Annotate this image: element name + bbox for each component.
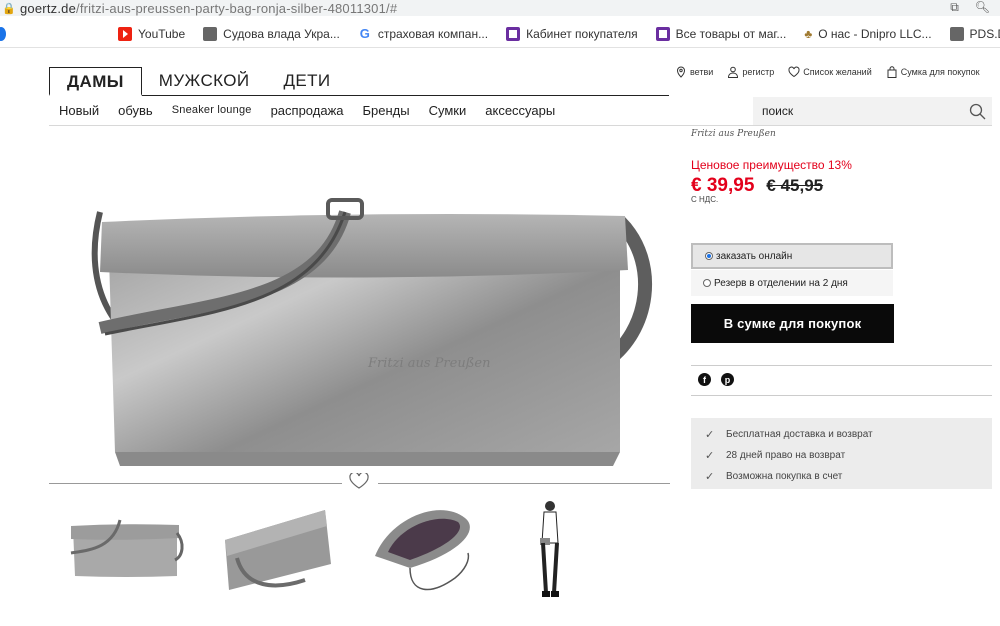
service-perks: ✓ Бесплатная доставка и возврат ✓ 28 дне… (691, 418, 992, 489)
tab-women[interactable]: ДАМЫ (49, 67, 142, 96)
branches-link[interactable]: ветви (675, 66, 713, 78)
bookmark-label: Кабинет покупателя (526, 26, 638, 41)
nav-divider (49, 125, 992, 126)
bookmark-label: Судова влада Укра... (223, 26, 340, 41)
gender-tabs: ДАМЫ МУЖСКОЙ ДЕТИ (49, 67, 669, 96)
search-input[interactable]: поиск (753, 97, 992, 125)
radio-reserve-store[interactable] (703, 279, 711, 287)
svg-text:Fritzi aus Preußen: Fritzi aus Preußen (367, 356, 490, 371)
nav-accessories[interactable]: аксессуары (485, 103, 555, 118)
search-placeholder: поиск (762, 104, 794, 118)
bookmark-court[interactable]: Судова влада Укра... (203, 26, 340, 41)
gallery-divider-right (378, 483, 670, 484)
thumbnail-gallery (50, 498, 670, 608)
square-icon (506, 26, 521, 41)
perk-item: ✓ Возможна покупка в счет (705, 466, 992, 487)
square-icon (655, 26, 670, 41)
brand-logo[interactable]: Fritzi aus Preußen (691, 129, 776, 139)
vat-note: С НДС. (691, 195, 719, 204)
branches-label: ветви (690, 67, 714, 77)
lock-icon: 🔒 (2, 2, 16, 15)
check-icon: ✓ (705, 450, 715, 462)
perk-label: Бесплатная доставка и возврат (726, 429, 873, 440)
category-nav: Новый обувь Sneaker lounge распродажа Бр… (49, 96, 555, 124)
share-links: f p (698, 373, 734, 386)
site-content: ДАМЫ МУЖСКОЙ ДЕТИ ветви регистр Список ж… (0, 50, 1000, 626)
thumbnail-2[interactable] (215, 498, 335, 603)
perk-label: 28 дней право на возврат (726, 450, 846, 461)
price-advantage: Ценовое преимущество 13% (691, 158, 852, 172)
bookmark-label: Все товары от маг... (675, 26, 787, 41)
thumbnail-1[interactable] (65, 498, 185, 603)
thumbnail-4-model[interactable] (530, 498, 570, 603)
nav-new[interactable]: Новый (59, 103, 99, 118)
location-pin-icon (676, 66, 686, 78)
perk-item: ✓ 28 дней право на возврат (705, 445, 992, 466)
radio-order-online[interactable] (705, 252, 713, 260)
google-icon: G (359, 26, 370, 41)
bookmark-label: О нас - Dnipro LLC... (818, 26, 932, 41)
cart-label: Сумка для покупок (900, 67, 980, 77)
address-bar[interactable]: 🔒 goertz.de/fritzi-aus-preussen-party-ba… (0, 0, 1000, 16)
pinterest-icon[interactable]: p (721, 373, 734, 386)
option-label: заказать онлайн (716, 250, 793, 262)
nav-bags[interactable]: Сумки (429, 103, 467, 118)
wishlist-heart-icon[interactable] (349, 473, 369, 489)
check-icon: ✓ (705, 471, 715, 483)
tab-kids[interactable]: ДЕТИ (267, 67, 348, 95)
search-icon[interactable] (969, 103, 986, 120)
nav-sale[interactable]: распродажа (271, 103, 344, 118)
bookmark-label: PDS.Delivery (969, 26, 1000, 41)
translate-icon[interactable]: ⧉ (950, 0, 959, 15)
wishlist-label: Список желаний (803, 67, 872, 77)
old-price: € 45,95 (766, 176, 824, 195)
utility-nav: ветви регистр Список желаний Сумка для п… (675, 66, 980, 78)
option-label: Резерв в отделении на 2 дня (714, 277, 848, 289)
perk-item: ✓ Бесплатная доставка и возврат (705, 424, 992, 445)
globe-icon (203, 26, 218, 41)
heart-icon (788, 66, 800, 78)
tab-men[interactable]: МУЖСКОЙ (142, 67, 267, 95)
add-to-cart-button[interactable]: В сумке для покупок (691, 304, 894, 343)
thumbnail-3[interactable] (370, 498, 490, 603)
bookmark-youtube[interactable]: YouTube (118, 26, 186, 41)
globe-icon (949, 26, 964, 41)
url-text[interactable]: goertz.de/fritzi-aus-preussen-party-bag-… (20, 1, 397, 16)
gallery-divider-left (49, 483, 342, 484)
bookmark-edge-icon (0, 27, 6, 41)
price-block: € 39,95 € 45,95 (691, 175, 823, 197)
product-main-image[interactable]: Fritzi aus Preußen (60, 152, 660, 472)
register-link[interactable]: регистр (727, 66, 774, 78)
option-order-online[interactable]: заказать онлайн (691, 243, 893, 269)
wishlist-link[interactable]: Список желаний (788, 66, 872, 78)
facebook-icon[interactable]: f (698, 373, 711, 386)
bookmark-about[interactable]: ♣ О нас - Dnipro LLC... (804, 27, 931, 41)
bookmark-all-goods[interactable]: Все товары от маг... (655, 26, 787, 41)
current-price: € 39,95 (691, 175, 755, 196)
divider (691, 395, 992, 396)
youtube-icon (118, 26, 132, 41)
option-reserve-store[interactable]: Резерв в отделении на 2 дня (691, 270, 893, 296)
shell-icon: ♣ (804, 26, 813, 41)
bookmarks-bar: YouTube Судова влада Укра... G страховая… (0, 20, 1000, 48)
check-icon: ✓ (705, 429, 715, 441)
bookmark-label: страховая компан... (377, 26, 489, 41)
nav-sneaker-lounge[interactable]: Sneaker lounge (172, 104, 252, 116)
user-icon (728, 66, 739, 78)
divider (691, 365, 992, 366)
bookmark-cabinet[interactable]: Кабинет покупателя (506, 26, 638, 41)
register-label: регистр (742, 67, 775, 77)
nav-shoes[interactable]: обувь (118, 103, 153, 118)
perk-label: Возможна покупка в счет (726, 471, 843, 482)
zoom-icon[interactable]: 🔍︎ (975, 0, 990, 15)
bookmark-pds[interactable]: PDS.Delivery (949, 26, 1000, 41)
bookmark-label: YouTube (138, 26, 186, 41)
nav-brands[interactable]: Бренды (363, 103, 410, 118)
shopping-bag-icon (887, 66, 897, 78)
cart-link[interactable]: Сумка для покупок (886, 66, 980, 78)
bookmark-insurance[interactable]: G страховая компан... (358, 26, 488, 41)
